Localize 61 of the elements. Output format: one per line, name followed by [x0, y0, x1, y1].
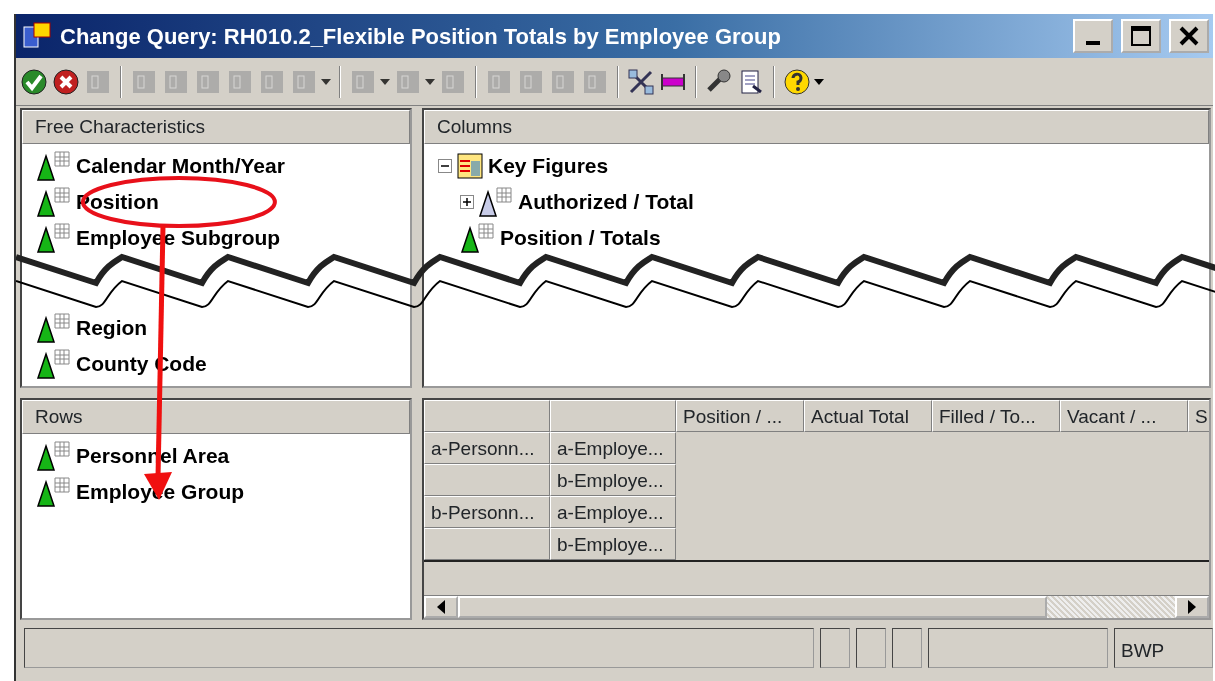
characteristic-icon	[36, 440, 72, 472]
collapse-icon[interactable]	[438, 159, 452, 173]
row-header: b-Employe...	[550, 464, 676, 496]
characteristic-icon	[36, 186, 72, 218]
toolbar-button[interactable]	[20, 67, 48, 96]
row-header: b-Employe...	[550, 528, 676, 560]
scroll-right-button[interactable]	[1175, 595, 1209, 618]
row-header: b-Personn...	[424, 496, 550, 528]
panel-header: Columns	[424, 110, 1209, 144]
caret-icon	[814, 78, 824, 85]
status-field	[856, 628, 886, 668]
tree-item[interactable]: Key Figures	[488, 150, 609, 182]
close-button[interactable]	[1169, 19, 1209, 53]
maximize-button[interactable]	[1121, 19, 1161, 53]
characteristic-icon	[36, 312, 72, 344]
characteristic-icon	[36, 348, 72, 380]
tree-item[interactable]: Region	[76, 312, 148, 344]
column-header[interactable]: S	[1188, 400, 1209, 432]
toolbar-button[interactable]	[627, 67, 655, 96]
row-header: a-Personn...	[424, 432, 550, 464]
row-header: a-Employe...	[550, 432, 676, 464]
panel-header: Rows	[22, 400, 410, 434]
characteristic-icon	[36, 222, 72, 254]
app-icon	[22, 21, 52, 51]
status-field	[820, 628, 850, 668]
characteristic-icon	[460, 222, 496, 254]
tree-item[interactable]: Authorized / Total	[518, 186, 694, 218]
status-field	[892, 628, 922, 668]
caret-icon	[425, 78, 435, 85]
table-icon	[456, 152, 484, 180]
column-header[interactable]	[424, 400, 550, 432]
help-icon	[783, 67, 811, 96]
maximize-icon	[1130, 25, 1152, 47]
panel-header: Free Characteristics	[22, 110, 410, 144]
column-header[interactable]	[550, 400, 676, 432]
tree-item[interactable]: Position / Totals	[500, 222, 661, 254]
minimize-icon	[1086, 41, 1100, 45]
expand-icon[interactable]	[460, 195, 474, 209]
scroll-left-button[interactable]	[424, 595, 458, 618]
column-header[interactable]: Actual Total	[804, 400, 932, 432]
window-title: Change Query: RH010.2_Flexible Position Totals by Employee Group	[60, 22, 782, 51]
characteristic-icon	[36, 150, 72, 182]
characteristic-icon	[478, 186, 514, 218]
toolbar-button[interactable]	[783, 67, 824, 96]
scroll-left-icon	[436, 599, 446, 614]
close-icon	[1178, 25, 1200, 47]
cancel-icon	[52, 67, 80, 96]
tree-item[interactable]: Calendar Month/Year	[76, 150, 285, 182]
caret-icon	[380, 78, 390, 85]
check-icon	[20, 67, 48, 96]
scroll-right-icon	[1187, 599, 1197, 614]
crossed-arrows-icon	[627, 67, 655, 96]
row-header: a-Employe...	[550, 496, 676, 528]
caret-icon	[321, 78, 331, 85]
column-header[interactable]: Position / ...	[676, 400, 804, 432]
column-header[interactable]: Filled / To...	[932, 400, 1060, 432]
column-header[interactable]: Vacant / ...	[1060, 400, 1188, 432]
status-system: BWP	[1114, 628, 1213, 668]
minimize-button[interactable]	[1073, 19, 1113, 53]
characteristic-icon	[36, 476, 72, 508]
toolbar-button[interactable]	[52, 67, 80, 96]
